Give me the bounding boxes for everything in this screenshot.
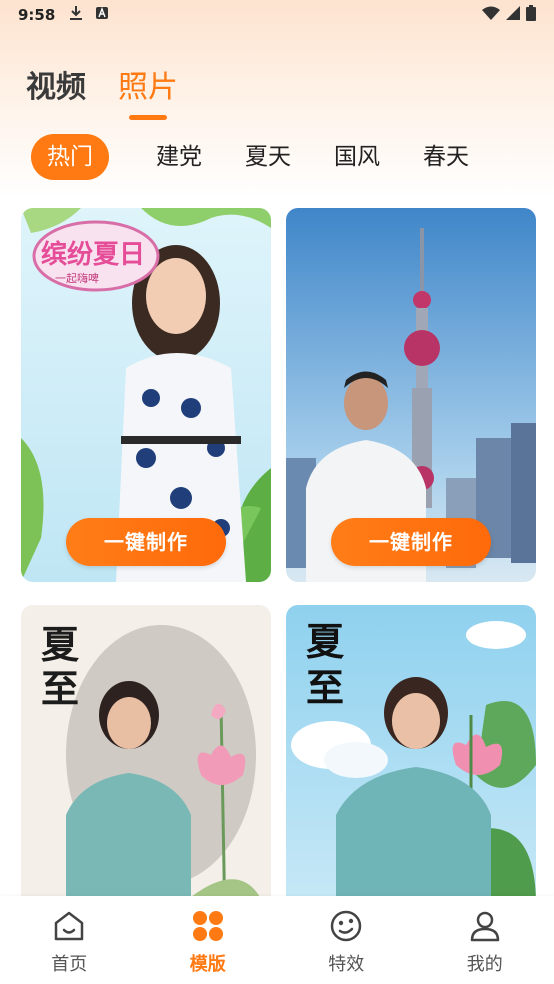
overlay-title: 缤纷夏日 <box>41 240 146 270</box>
tab-photo[interactable]: 照片 <box>118 62 178 106</box>
nav-home-label: 首页 <box>51 954 88 975</box>
make-button[interactable]: 一键制作 <box>331 518 491 566</box>
category-spring[interactable]: 春天 <box>423 134 469 180</box>
template-card-summer-woman[interactable]: 缤纷夏日 一起嗨啤 一键制作 <box>21 208 271 582</box>
make-button[interactable]: 一键制作 <box>66 518 226 566</box>
status-time: 9:58 <box>18 6 56 24</box>
bottom-nav: 首页 模版 特效 我的 <box>0 896 554 984</box>
user-icon <box>467 908 503 944</box>
nav-profile[interactable]: 我的 <box>416 896 554 984</box>
nav-effects[interactable]: 特效 <box>277 896 416 984</box>
calligraphy-text: 夏至 <box>306 619 345 710</box>
wifi-icon <box>482 6 500 24</box>
download-icon <box>69 5 83 25</box>
top-tabs: 视频 照片 <box>26 62 178 106</box>
a-badge-icon <box>95 6 109 24</box>
nav-effects-label: 特效 <box>328 954 365 975</box>
status-bar: 9:58 <box>0 0 554 30</box>
nav-home[interactable]: 首页 <box>0 896 139 984</box>
nav-profile-label: 我的 <box>466 954 503 975</box>
effect-face-icon <box>328 908 364 944</box>
active-tab-indicator <box>129 115 167 120</box>
home-face-icon <box>51 908 87 944</box>
template-card-shanghai-man[interactable]: 一键制作 <box>286 208 536 582</box>
category-bar: 热门 建党 夏天 国风 春天 <box>31 134 512 180</box>
signal-icon <box>506 6 520 24</box>
nav-templates[interactable]: 模版 <box>139 896 278 984</box>
overlay-subtitle: 一起嗨啤 <box>55 272 99 285</box>
nav-templates-label: 模版 <box>189 954 226 975</box>
calligraphy-text: 夏至 <box>41 622 80 711</box>
category-party[interactable]: 建党 <box>156 134 202 180</box>
tab-video[interactable]: 视频 <box>26 62 86 106</box>
category-summer[interactable]: 夏天 <box>245 134 291 180</box>
grid-dots-icon <box>190 908 226 944</box>
category-hot[interactable]: 热门 <box>31 134 109 180</box>
battery-icon <box>526 5 536 25</box>
category-guofeng[interactable]: 国风 <box>334 134 380 180</box>
